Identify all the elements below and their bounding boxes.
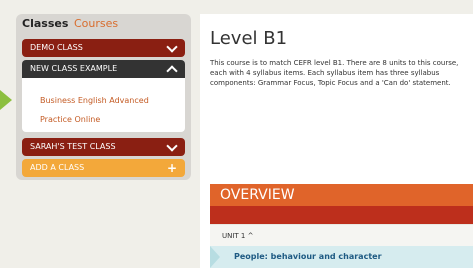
chevron-down-icon[interactable] xyxy=(166,39,178,57)
class-item-new-class-example[interactable]: NEW CLASS EXAMPLE xyxy=(22,60,185,78)
course-description: This course is to match CEFR level B1. T… xyxy=(210,59,459,87)
triangle-indicator-icon xyxy=(210,246,220,268)
left-pointer-arrow xyxy=(0,90,12,110)
unit-row[interactable]: UNIT 1 ^ xyxy=(210,224,473,247)
class-item-label: NEW CLASS EXAMPLE xyxy=(30,64,118,73)
overview-label: OVERVIEW xyxy=(220,187,295,203)
chevron-down-icon[interactable] xyxy=(166,138,178,156)
course-link-business-english[interactable]: Business English Advanced Practice Onlin… xyxy=(40,96,149,124)
overview-subbar xyxy=(210,206,473,224)
tab-courses[interactable]: Courses xyxy=(68,15,124,33)
chevron-up-icon[interactable] xyxy=(166,60,178,78)
syllabus-item-row[interactable]: People: behaviour and character xyxy=(210,246,473,268)
page-title: Level B1 xyxy=(210,28,288,49)
main-content: Level B1 This course is to match CEFR le… xyxy=(200,14,473,268)
syllabus-item-link[interactable]: People: behaviour and character xyxy=(234,246,382,268)
add-class-button[interactable]: ADD A CLASS + xyxy=(22,159,185,177)
class-list: DEMO CLASS NEW CLASS EXAMPLE Business En… xyxy=(22,39,185,180)
class-sidebar: Classes Courses DEMO CLASS NEW CLASS EXA… xyxy=(16,14,191,180)
class-item-expanded-content: Business English Advanced Practice Onlin… xyxy=(22,78,185,132)
add-class-label: ADD A CLASS xyxy=(30,163,85,172)
class-item-sarahs-test[interactable]: SARAH'S TEST CLASS xyxy=(22,138,185,156)
class-item-label: SARAH'S TEST CLASS xyxy=(30,142,116,151)
tab-classes[interactable]: Classes xyxy=(16,15,74,33)
plus-icon: + xyxy=(166,161,178,175)
unit-label: UNIT 1 ^ xyxy=(222,232,254,240)
sidebar-tabs: Classes Courses xyxy=(16,14,191,36)
class-item-label: DEMO CLASS xyxy=(30,43,83,52)
class-item-demo[interactable]: DEMO CLASS xyxy=(22,39,185,57)
overview-header: OVERVIEW xyxy=(210,184,473,206)
